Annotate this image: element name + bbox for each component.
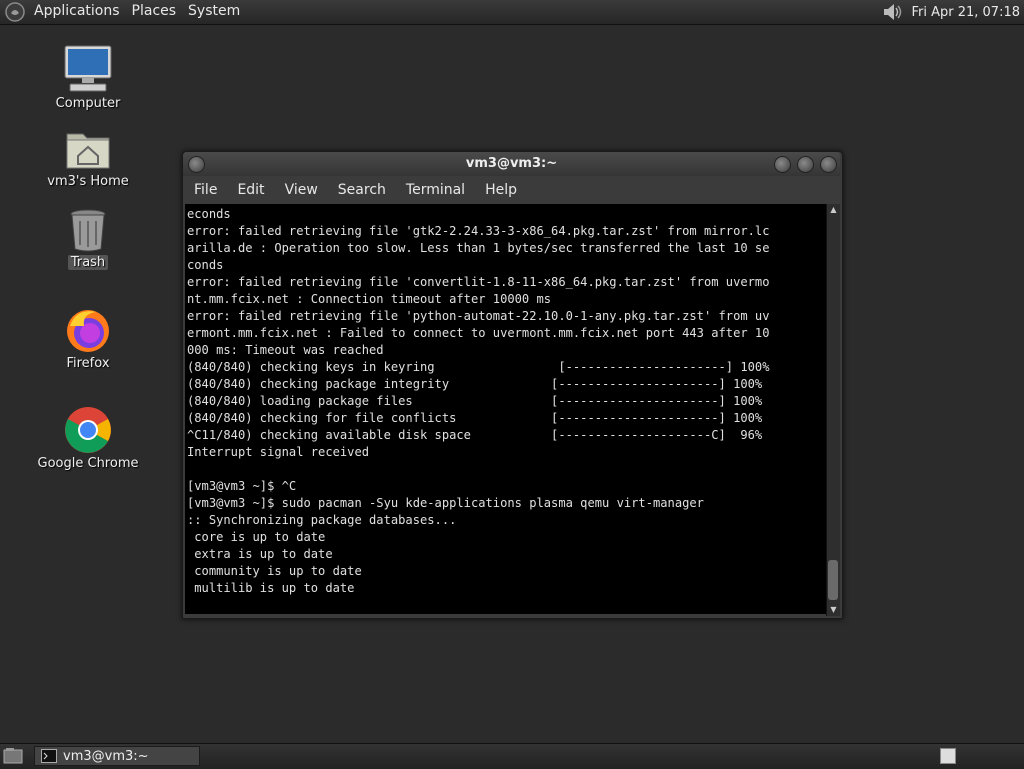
desktop-icon-chrome[interactable]: Google Chrome [33,406,143,471]
terminal-line: nt.mm.fcix.net : Connection timeout afte… [187,292,552,306]
desktop-icon-label: Google Chrome [37,456,139,471]
terminal-line: error: failed retrieving file 'convertli… [187,275,770,289]
home-folder-icon [66,133,110,169]
menu-file[interactable]: File [183,182,226,198]
scroll-up-icon[interactable]: ▲ [827,204,840,216]
terminal-line: ermont.mm.fcix.net : Failed to connect t… [187,326,770,340]
trash-icon [70,209,106,252]
clock[interactable]: Fri Apr 21, 07:18 [911,5,1020,20]
terminal-line: [vm3@vm3 ~]$ sudo pacman -Syu kde-applic… [187,496,704,510]
computer-icon [64,45,112,92]
desktop-icon-firefox[interactable]: Firefox [33,306,143,371]
terminal-line: arilla.de : Operation too slow. Less tha… [187,241,770,255]
terminal-line: ^C11/840) checking available disk space … [187,428,763,442]
terminal-menubar: File Edit View Search Terminal Help [183,176,840,204]
desktop-icon-label: vm3's Home [47,174,129,189]
terminal-icon [41,749,57,763]
terminal-line: core is up to date [187,530,326,544]
desktop-icon-trash[interactable]: Trash [33,207,143,270]
terminal-line: (840/840) checking package integrity [--… [187,377,763,391]
terminal-line: error: failed retrieving file 'python-au… [187,309,770,323]
menu-help[interactable]: Help [474,182,526,198]
menu-edit[interactable]: Edit [226,182,273,198]
top-panel: Applications Places System Fri Apr 21, 0… [0,0,1024,25]
terminal-text: econds error: failed retrieving file 'gt… [185,204,826,597]
close-button[interactable] [820,156,837,173]
terminal-line: community is up to date [187,564,362,578]
bottom-panel: vm3@vm3:~ [0,743,1024,769]
scroll-down-icon[interactable]: ▼ [827,604,840,616]
terminal-line: [vm3@vm3 ~]$ ^C [187,479,297,493]
terminal-line: extra is up to date [187,547,333,561]
desktop-icon-home[interactable]: vm3's Home [33,126,143,189]
scroll-thumb[interactable] [828,560,838,600]
taskbar-window-button[interactable]: vm3@vm3:~ [34,746,200,766]
maximize-button[interactable] [797,156,814,173]
show-desktop-icon[interactable] [3,747,23,765]
taskbar-window-label: vm3@vm3:~ [63,748,149,764]
desktop-icon-label: Firefox [66,356,110,371]
menu-search[interactable]: Search [327,182,395,198]
chrome-icon [65,407,111,453]
terminal-line: Interrupt signal received [187,445,370,459]
terminal-line: multilib is up to date [187,581,355,595]
menu-terminal[interactable]: Terminal [395,182,474,198]
terminal-window[interactable]: vm3@vm3:~ File Edit View Search Terminal… [182,151,843,619]
menu-view[interactable]: View [274,182,327,198]
minimize-button[interactable] [774,156,791,173]
places-menu[interactable]: Places [126,0,183,24]
terminal-line: (840/840) checking for file conflicts [-… [187,411,763,425]
terminal-line: error: failed retrieving file 'gtk2-2.24… [187,224,770,238]
vertical-scrollbar[interactable]: ▲ ▼ [826,204,840,616]
volume-icon[interactable] [881,1,903,23]
terminal-line: 000 ms: Timeout was reached [187,343,384,357]
desktop-icon-label: Computer [55,96,121,111]
system-menu[interactable]: System [182,0,246,24]
terminal-line: :: Synchronizing package databases... [187,513,457,527]
desktop-icon-computer[interactable]: Computer [33,44,143,111]
terminal-output[interactable]: econds error: failed retrieving file 'gt… [185,204,826,614]
firefox-icon [67,310,109,352]
workspace-switcher[interactable] [940,748,956,764]
terminal-line: (840/840) checking keys in keyring [----… [187,360,770,374]
terminal-line: (840/840) loading package files [-------… [187,394,763,408]
gnome-menu-icon[interactable] [4,1,26,23]
window-titlebar[interactable]: vm3@vm3:~ [183,152,840,176]
desktop-icon-label: Trash [67,255,109,270]
applications-menu[interactable]: Applications [28,0,126,24]
terminal-line: econds [187,207,231,221]
terminal-line: conds [187,258,224,272]
window-title: vm3@vm3:~ [465,156,558,171]
